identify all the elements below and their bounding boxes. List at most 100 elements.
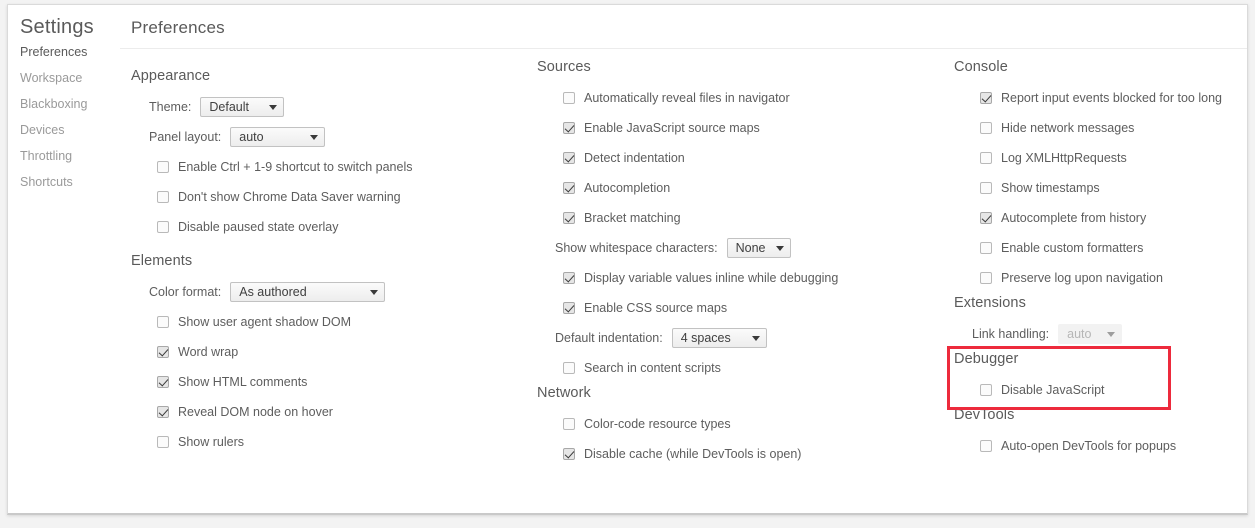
debugger-checkbox-list: Disable JavaScript [954, 375, 1247, 405]
sidebar-item-workspace[interactable]: Workspace [8, 65, 120, 91]
checkbox-row[interactable]: Log XMLHttpRequests [954, 143, 1247, 173]
chevron-down-icon [751, 336, 760, 341]
checkbox-row[interactable]: Preserve log upon navigation [954, 263, 1247, 293]
checkbox-checked-icon[interactable] [157, 376, 169, 388]
section-title-appearance: Appearance [131, 68, 211, 84]
checkbox-unchecked-icon[interactable] [157, 161, 169, 173]
checkbox-row[interactable]: Enable JavaScript source maps [537, 113, 947, 143]
checkbox-row[interactable]: Enable CSS source maps [537, 293, 947, 323]
checkbox-row[interactable]: Reveal DOM node on hover [131, 397, 531, 427]
checkbox-checked-icon[interactable] [980, 92, 992, 104]
checkbox-label: Detect indentation [584, 151, 685, 165]
panel-layout-select[interactable]: auto [230, 127, 326, 147]
whitespace-select[interactable]: None [726, 238, 791, 258]
section-title-network: Network [537, 385, 591, 401]
checkbox-unchecked-icon[interactable] [980, 182, 992, 194]
checkbox-row[interactable]: Search in content scripts [537, 353, 947, 383]
checkbox-row[interactable]: Disable paused state overlay [131, 212, 531, 242]
checkbox-row[interactable]: Word wrap [131, 337, 531, 367]
sidebar-item-shortcuts[interactable]: Shortcuts [8, 169, 120, 195]
checkbox-checked-icon[interactable] [157, 406, 169, 418]
checkbox-row[interactable]: Hide network messages [954, 113, 1247, 143]
checkbox-row[interactable]: Show HTML comments [131, 367, 531, 397]
checkbox-row[interactable]: Show user agent shadow DOM [131, 307, 531, 337]
checkbox-checked-icon[interactable] [563, 212, 575, 224]
color-format-select[interactable]: As authored [230, 282, 386, 302]
console-checkbox-list: Report input events blocked for too long… [954, 83, 1247, 293]
checkbox-checked-icon[interactable] [563, 302, 575, 314]
theme-label: Theme: [149, 100, 192, 114]
checkbox-row[interactable]: Detect indentation [537, 143, 947, 173]
indentation-select[interactable]: 4 spaces [671, 328, 767, 348]
checkbox-checked-icon[interactable] [563, 122, 575, 134]
checkbox-checked-icon[interactable] [563, 448, 575, 460]
checkbox-row[interactable]: Color-code resource types [537, 409, 947, 439]
checkbox-row[interactable]: Report input events blocked for too long [954, 83, 1247, 113]
sidebar-item-label: Workspace [20, 71, 83, 85]
checkbox-label: Enable CSS source maps [584, 301, 728, 315]
sidebar-title: Settings [20, 16, 94, 38]
link-handling-select[interactable]: auto [1058, 324, 1123, 344]
checkbox-row[interactable]: Enable Ctrl + 1-9 shortcut to switch pan… [131, 152, 531, 182]
checkbox-row[interactable]: Show timestamps [954, 173, 1247, 203]
checkbox-checked-icon[interactable] [563, 272, 575, 284]
checkbox-unchecked-icon[interactable] [563, 362, 575, 374]
checkbox-row[interactable]: Disable cache (while DevTools is open) [537, 439, 947, 469]
devtools-checkbox-list: Auto-open DevTools for popups [954, 431, 1247, 461]
checkbox-label: Disable cache (while DevTools is open) [584, 447, 802, 461]
sources-checkbox-list-bottom: Search in content scripts [537, 353, 947, 383]
checkbox-unchecked-icon[interactable] [980, 440, 992, 452]
checkbox-checked-icon[interactable] [563, 152, 575, 164]
section-debugger: Debugger Disable JavaScript [954, 351, 1247, 405]
link-handling-label: Link handling: [972, 327, 1050, 341]
color-format-row: Color format: As authored [131, 277, 531, 307]
checkbox-unchecked-icon[interactable] [563, 418, 575, 430]
checkbox-row[interactable]: Bracket matching [537, 203, 947, 233]
checkbox-checked-icon[interactable] [563, 182, 575, 194]
settings-column-left: Appearance Theme: Default Panel layout: [131, 59, 531, 459]
checkbox-label: Disable paused state overlay [178, 220, 339, 234]
checkbox-row[interactable]: Auto-open DevTools for popups [954, 431, 1247, 461]
checkbox-unchecked-icon[interactable] [980, 122, 992, 134]
sidebar-item-blackboxing[interactable]: Blackboxing [8, 91, 120, 117]
checkbox-unchecked-icon[interactable] [157, 221, 169, 233]
checkbox-row[interactable]: Autocompletion [537, 173, 947, 203]
sources-checkbox-list-mid: Display variable values inline while deb… [537, 263, 947, 323]
checkbox-unchecked-icon[interactable] [157, 436, 169, 448]
section-network: Network Color-code resource types Disable… [537, 385, 947, 469]
checkbox-row[interactable]: Disable JavaScript [954, 375, 1247, 405]
checkbox-row[interactable]: Autocomplete from history [954, 203, 1247, 233]
checkbox-unchecked-icon[interactable] [563, 92, 575, 104]
checkbox-checked-icon[interactable] [157, 346, 169, 358]
checkbox-checked-icon[interactable] [980, 212, 992, 224]
chevron-down-icon [269, 105, 278, 110]
checkbox-label: Hide network messages [1001, 121, 1135, 135]
section-devtools: DevTools Auto-open DevTools for popups [954, 407, 1247, 461]
checkbox-label: Color-code resource types [584, 417, 731, 431]
sidebar-item-preferences[interactable]: Preferences [8, 39, 120, 65]
checkbox-unchecked-icon[interactable] [980, 272, 992, 284]
checkbox-row[interactable]: Show rulers [131, 427, 531, 457]
checkbox-row[interactable]: Enable custom formatters [954, 233, 1247, 263]
indentation-label: Default indentation: [555, 331, 663, 345]
checkbox-unchecked-icon[interactable] [157, 316, 169, 328]
link-handling-row: Link handling: auto [954, 319, 1247, 349]
checkbox-row[interactable]: Don't show Chrome Data Saver warning [131, 182, 531, 212]
sidebar-item-throttling[interactable]: Throttling [8, 143, 120, 169]
checkbox-unchecked-icon[interactable] [980, 152, 992, 164]
elements-checkbox-list: Show user agent shadow DOM Word wrap Show … [131, 307, 531, 457]
checkbox-label: Enable Ctrl + 1-9 shortcut to switch pan… [178, 160, 413, 174]
theme-select[interactable]: Default [200, 97, 285, 117]
sidebar-item-label: Preferences [20, 45, 88, 59]
checkbox-label: Show HTML comments [178, 375, 308, 389]
checkbox-row[interactable]: Display variable values inline while deb… [537, 263, 947, 293]
sidebar-item-devices[interactable]: Devices [8, 117, 120, 143]
checkbox-unchecked-icon[interactable] [980, 242, 992, 254]
checkbox-label: Log XMLHttpRequests [1001, 151, 1127, 165]
checkbox-row[interactable]: Automatically reveal files in navigator [537, 83, 947, 113]
checkbox-label: Autocomplete from history [1001, 211, 1147, 225]
checkbox-unchecked-icon[interactable] [980, 384, 992, 396]
settings-columns: Appearance Theme: Default Panel layout: [120, 49, 1247, 461]
link-handling-select-value: auto [1067, 327, 1092, 341]
checkbox-unchecked-icon[interactable] [157, 191, 169, 203]
